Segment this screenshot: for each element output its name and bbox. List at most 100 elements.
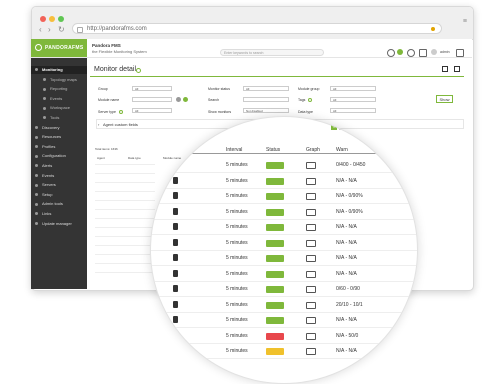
show-button[interactable]: Show xyxy=(436,95,453,103)
graph-icon[interactable] xyxy=(306,270,316,278)
table-row[interactable]: 5 minutes N/A - N/A xyxy=(151,268,417,282)
graph-icon[interactable] xyxy=(306,162,316,169)
status-badge xyxy=(266,177,284,185)
search-input[interactable]: Enter keywords to search xyxy=(220,49,324,56)
pagination-page[interactable]: 6 xyxy=(371,124,377,130)
tags-help-icon[interactable] xyxy=(308,98,312,102)
sidebar-item-resources[interactable]: Resources xyxy=(35,133,61,140)
help-icon[interactable] xyxy=(136,68,141,73)
row-divider xyxy=(151,234,417,235)
table-row[interactable]: 5 minutes N/A - N/A xyxy=(151,221,417,235)
table-row[interactable]: 5 minutes N/A - N/A xyxy=(151,175,417,189)
graph-icon[interactable] xyxy=(306,317,316,324)
sidebar-item-alerts[interactable]: Alerts xyxy=(35,162,52,169)
monitor-status-select[interactable]: All xyxy=(243,86,289,91)
sidebar-item-admin-tools[interactable]: Admin tools xyxy=(35,200,63,207)
pagination-page[interactable]: 10 xyxy=(403,124,409,130)
close-window-icon[interactable] xyxy=(40,16,46,22)
table-row[interactable]: 5 minutes N/A - N/A xyxy=(151,237,417,251)
table-row[interactable]: 5 minutes 0/60 - 0/90 xyxy=(151,283,417,297)
sidebar-item-configuration[interactable]: Configuration xyxy=(35,152,66,159)
chevron-left-icon[interactable]: ‹ xyxy=(39,25,42,34)
col-agent-header[interactable]: Agent xyxy=(97,156,105,160)
sidebar-item-setup[interactable]: Setup xyxy=(35,191,52,198)
pagination-page[interactable]: 2 xyxy=(339,124,345,130)
table-row-separator xyxy=(95,164,155,165)
graph-icon[interactable] xyxy=(306,348,316,355)
tools-icon[interactable] xyxy=(419,49,427,57)
table-row[interactable]: 5 minutes 0/400 - 0/450 xyxy=(151,159,417,173)
search-field[interactable] xyxy=(243,97,289,102)
pagination-page[interactable]: 3 xyxy=(347,124,353,130)
table-row[interactable]: 5 minutes N/A - 50/0 xyxy=(151,330,417,344)
refresh-icon[interactable] xyxy=(387,49,395,57)
grid-view-icon[interactable] xyxy=(442,66,448,72)
graph-icon[interactable] xyxy=(306,239,316,247)
graph-icon[interactable] xyxy=(306,224,316,231)
sidebar-item-links[interactable]: Links xyxy=(35,210,51,217)
module-name-input[interactable] xyxy=(132,97,172,102)
module-group-select[interactable]: All xyxy=(330,86,376,91)
sidebar-item-servers[interactable]: Servers xyxy=(35,181,56,188)
logout-icon[interactable] xyxy=(456,49,464,57)
sidebar-item-label: Update manager xyxy=(42,220,72,226)
pagination-page[interactable]: 7 xyxy=(379,124,385,130)
table-row[interactable]: 5 minutes N/A - N/A xyxy=(151,345,417,359)
sidebar-item-workspace[interactable]: Workspace xyxy=(43,104,70,111)
server-type-select[interactable]: All xyxy=(132,108,172,113)
server-type-help-icon[interactable] xyxy=(119,110,123,114)
pagination-page[interactable]: 1 xyxy=(331,124,337,130)
star-icon[interactable] xyxy=(431,27,435,31)
sidebar-item-events[interactable]: Events xyxy=(35,172,54,179)
sidebar-item-topology-maps[interactable]: Topology maps xyxy=(43,76,77,83)
address-bar[interactable]: http://pandorafms.com xyxy=(72,23,442,34)
graph-icon[interactable] xyxy=(306,286,316,293)
logo[interactable]: PANDORAFMS xyxy=(31,39,87,57)
table-row[interactable]: 5 minutes N/A - 0/90% xyxy=(151,206,417,220)
sidebar-item-events[interactable]: Events xyxy=(43,95,62,102)
add-icon[interactable] xyxy=(183,97,188,102)
menu-item-icon xyxy=(35,202,38,206)
chevron-right-icon[interactable]: › xyxy=(98,122,99,127)
show-monitors-select[interactable]: Not disabled xyxy=(243,108,289,113)
graph-icon[interactable] xyxy=(306,208,316,216)
sidebar-item-monitoring[interactable]: Monitoring xyxy=(35,66,63,73)
table-row[interactable]: 5 minutes N/A - N/A xyxy=(151,252,417,266)
hamburger-menu-icon[interactable]: ≡ xyxy=(463,18,467,25)
group-select[interactable]: All xyxy=(132,86,172,91)
data-type-value: All xyxy=(333,109,337,113)
chevron-right-icon[interactable]: › xyxy=(48,25,51,34)
sidebar-item-tools[interactable]: Tools xyxy=(43,114,59,121)
sidebar-item-update-manager[interactable]: Update manager xyxy=(35,220,72,227)
notification-icon[interactable] xyxy=(397,49,403,55)
pagination-page[interactable]: 8 xyxy=(387,124,393,130)
sidebar-item-profiles[interactable]: Profiles xyxy=(35,143,55,150)
total-items: Total items: 1636 xyxy=(95,147,118,151)
pagination-page[interactable]: 5 xyxy=(363,124,369,130)
data-type-select[interactable]: All xyxy=(330,108,376,113)
table-row[interactable]: 5 minutes N/A - 0/90% xyxy=(151,190,417,204)
user-label[interactable]: admin xyxy=(440,50,450,54)
agent-custom-fields-label[interactable]: Agent custom fields xyxy=(103,122,138,127)
support-icon[interactable] xyxy=(407,49,415,57)
sidebar-item-discovery[interactable]: Discovery xyxy=(35,124,60,131)
table-row[interactable]: 5 minutes N/A - N/A xyxy=(151,314,417,328)
graph-icon[interactable] xyxy=(306,255,316,262)
col-data-type-header[interactable]: Data type xyxy=(128,156,141,160)
export-icon[interactable] xyxy=(454,66,460,72)
graph-icon[interactable] xyxy=(306,193,316,200)
menu-item-icon xyxy=(35,183,38,187)
reload-icon[interactable]: ↻ xyxy=(58,25,65,34)
maximize-window-icon[interactable] xyxy=(58,16,64,22)
pagination-page[interactable]: 9 xyxy=(395,124,401,130)
tags-select[interactable]: All xyxy=(330,97,376,102)
graph-icon[interactable] xyxy=(306,301,316,309)
pagination-page[interactable]: 4 xyxy=(355,124,361,130)
row-divider xyxy=(151,342,417,344)
graph-icon[interactable] xyxy=(306,177,316,185)
avatar[interactable] xyxy=(431,49,437,55)
graph-icon[interactable] xyxy=(306,332,316,340)
sidebar-item-reporting[interactable]: Reporting xyxy=(43,85,67,92)
minimize-window-icon[interactable] xyxy=(49,16,55,22)
table-row[interactable]: 5 minutes 20/10 - 10/1 xyxy=(151,299,417,313)
